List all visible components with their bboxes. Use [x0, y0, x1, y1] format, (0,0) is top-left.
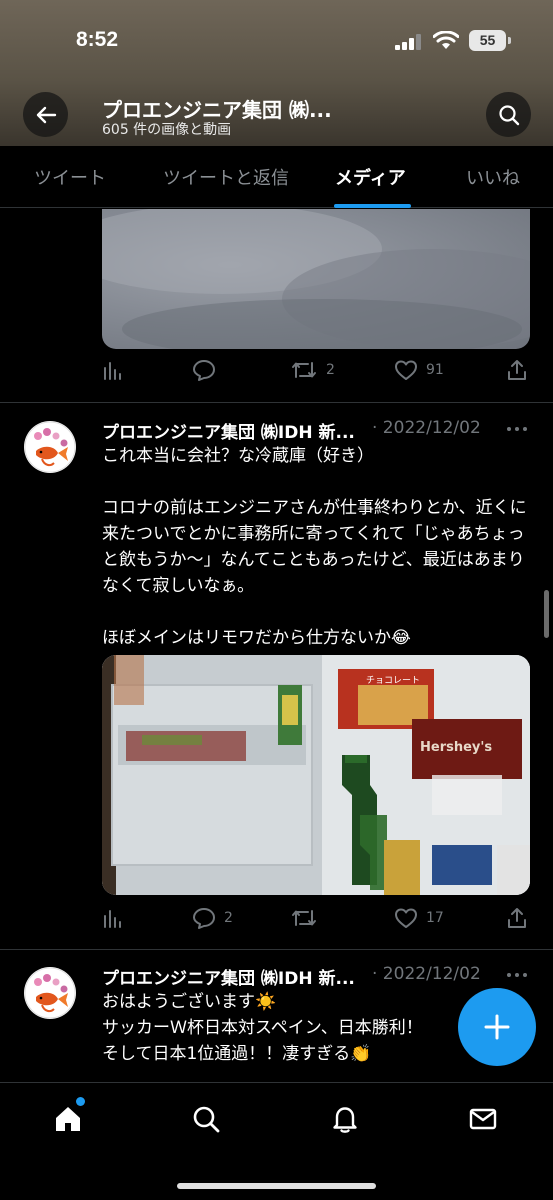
share-button[interactable] [506, 359, 528, 381]
home-indicator [177, 1183, 376, 1189]
status-time: 8:52 [76, 28, 119, 51]
post-divider [0, 402, 553, 403]
fridge-photo: チョコレート Hershey's [102, 655, 530, 895]
reply-count: 2 [224, 910, 233, 926]
wifi-icon [433, 31, 459, 49]
like-button[interactable]: 17 [394, 907, 444, 929]
share-icon [508, 360, 526, 380]
explore-icon [193, 1106, 220, 1133]
more-icon[interactable] [506, 971, 528, 979]
media-count: 605 件の画像と動画 [102, 122, 232, 138]
retweet-icon [292, 362, 316, 378]
views-icon [104, 362, 121, 380]
share-icon [508, 908, 526, 928]
like-button[interactable]: 91 [394, 359, 444, 381]
reply-button[interactable] [192, 359, 216, 381]
like-count: 17 [426, 910, 444, 926]
goldfish-logo [24, 421, 76, 473]
views-button[interactable] [102, 359, 124, 381]
like-icon [395, 360, 417, 380]
signal-icon [395, 34, 421, 50]
reply-icon [193, 908, 215, 929]
cloud-shading [102, 209, 530, 349]
retweet-button[interactable]: 2 [290, 359, 335, 381]
search-icon [498, 104, 519, 125]
profile-tabs: ツイート ツイートと返信 メディア いいね [0, 146, 553, 208]
goldfish-logo [24, 967, 76, 1019]
views-icon [104, 910, 121, 928]
post-author[interactable]: プロエンジニア集団 ㈱IDH 新... [102, 418, 355, 443]
tab-tweets[interactable]: ツイート [34, 164, 106, 190]
like-count: 91 [426, 362, 444, 378]
like-icon [395, 908, 417, 928]
post-divider [0, 949, 553, 950]
nav-messages[interactable] [465, 1101, 501, 1137]
home-notification-dot [76, 1097, 85, 1106]
share-button[interactable] [506, 907, 528, 929]
back-arrow-icon [36, 106, 56, 123]
more-icon[interactable] [506, 425, 528, 433]
post-text: これ本当に会社？な冷蔵庫（好き） コロナの前はエンジニアさんが仕事終わりとか、近… [102, 446, 527, 648]
retweet-button[interactable] [290, 907, 318, 929]
chocolate-label: チョコレート [366, 675, 420, 686]
messages-icon [469, 1108, 497, 1130]
compose-icon [484, 1014, 510, 1040]
back-button[interactable] [23, 92, 68, 137]
retweet-icon [292, 910, 316, 926]
hershey-label: Hershey's [420, 740, 492, 755]
avatar[interactable] [24, 421, 76, 473]
post-image-fridge[interactable]: チョコレート Hershey's [102, 655, 530, 895]
post-actions: 2 17 [102, 907, 532, 933]
scrollbar[interactable] [544, 590, 549, 638]
reply-icon [193, 360, 215, 381]
nav-home[interactable] [50, 1101, 86, 1137]
tab-tweets-and-replies[interactable]: ツイートと返信 [163, 164, 289, 190]
retweet-count: 2 [326, 362, 335, 378]
compose-button[interactable] [458, 988, 536, 1066]
battery-indicator: 55 [469, 30, 506, 51]
post-date[interactable]: · 2022/12/02 [372, 418, 481, 438]
battery-tip [508, 37, 511, 44]
nav-explore[interactable] [188, 1101, 224, 1137]
tab-media[interactable]: メディア [335, 164, 406, 190]
post-actions: 2 91 [102, 359, 532, 385]
tab-likes[interactable]: いいね [466, 164, 520, 190]
status-bar: 8:52 55 [0, 26, 553, 58]
post-image-sky[interactable] [102, 209, 530, 349]
avatar[interactable] [24, 967, 76, 1019]
bottom-nav [0, 1082, 553, 1200]
home-icon [56, 1107, 80, 1131]
active-tab-indicator [334, 204, 411, 208]
notifications-icon [333, 1107, 357, 1133]
search-button[interactable] [486, 92, 531, 137]
post-date[interactable]: · 2022/12/02 [372, 964, 481, 984]
post-author[interactable]: プロエンジニア集団 ㈱IDH 新... [102, 964, 355, 989]
views-button[interactable] [102, 907, 124, 929]
reply-button[interactable]: 2 [192, 907, 233, 929]
profile-header: 8:52 55 プロエンジニア集団 ㈱... 605 件の画像と動画 [0, 0, 553, 146]
nav-notifications[interactable] [327, 1101, 363, 1137]
